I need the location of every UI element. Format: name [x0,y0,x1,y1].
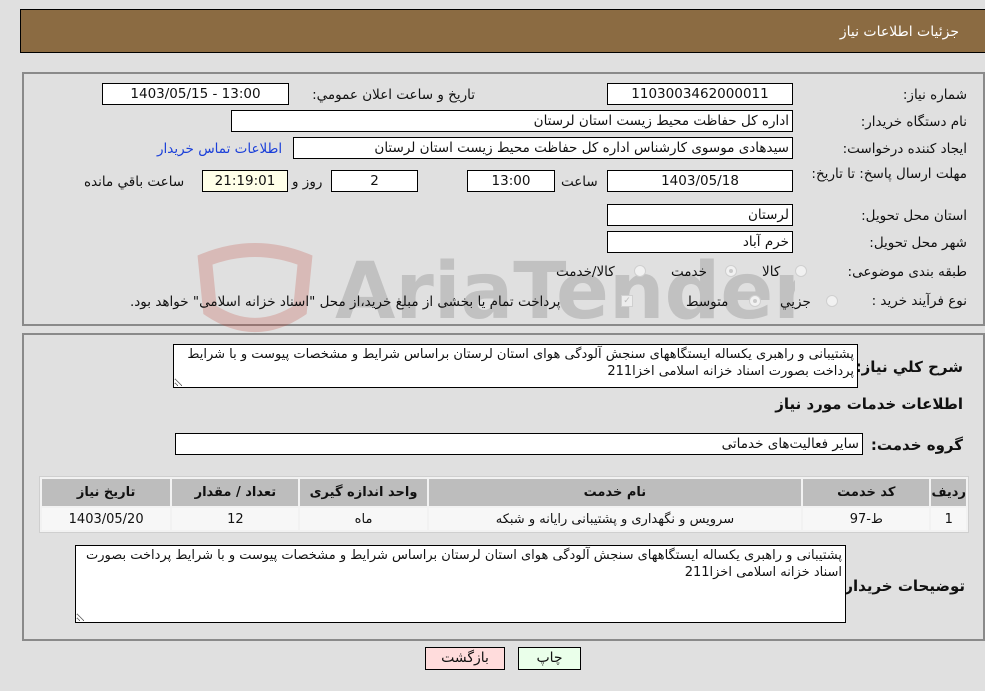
days-label: روز و [292,174,323,190]
print-button[interactable]: چاپ [518,647,581,670]
deadline-time-label: ساعت [561,174,598,190]
announce-date-field: 1403/05/15 - 13:00 [102,83,289,105]
need-number-label: شماره نیاز: [902,87,967,103]
service-group-label: گروه خدمت: [870,436,963,454]
city-field: خرم آباد [607,231,793,253]
buyer-notes-textarea[interactable] [75,545,846,623]
city-label: شهر محل تحویل: [869,235,967,251]
category-service-radio[interactable] [725,265,737,277]
creator-field: سیدهادی موسوی کارشناس اداره کل حفاظت محی… [293,137,793,159]
process-medium-label: متوسط [686,294,729,310]
cell-service-name: سرویس و نگهداری و پشتیبانی رایانه و شبکه [428,508,802,530]
province-label: استان محل تحویل: [861,208,967,224]
creator-label: ایجاد کننده درخواست: [842,141,967,157]
buyer-org-label: نام دستگاه خریدار: [860,114,967,130]
deadline-date-field: 1403/05/18 [607,170,793,192]
category-goods-service-label: کالا/خدمت [556,264,615,280]
process-minor-radio[interactable] [826,295,838,307]
buyer-org-field: اداره کل حفاظت محیط زیست استان لرستان [231,110,793,132]
cell-row-number: 1 [931,508,966,530]
col-header-service-name: نام خدمت [428,479,802,506]
page-header: جزئیات اطلاعات نیاز [20,9,985,53]
process-medium-radio[interactable] [749,295,761,307]
announce-date-label: تاریخ و ساعت اعلان عمومي: [312,87,475,103]
cell-quantity: 12 [172,508,299,530]
col-header-need-date: تاریخ نیاز [42,479,171,506]
category-label: طبقه بندی موضوعی: [847,264,967,280]
treasury-checkbox[interactable]: ✓ [621,295,633,307]
process-minor-label: جزيي [780,294,811,310]
remaining-time-field: 21:19:01 [202,170,288,192]
col-header-service-code: کد خدمت [803,479,930,506]
table-row: 1 ط-97 سرویس و نگهداری و پشتیبانی رایانه… [42,508,966,530]
table-header-row: ردیف کد خدمت نام خدمت واحد اندازه گیری ت… [42,479,966,506]
need-number-field: 1103003462000011 [607,83,793,105]
remaining-time-label: ساعت باقي مانده [84,174,185,190]
category-goods-radio[interactable] [795,265,807,277]
services-table: ردیف کد خدمت نام خدمت واحد اندازه گیری ت… [39,476,969,533]
category-goods-label: کالا [762,264,781,280]
back-button[interactable]: بازگشت [425,647,505,670]
province-field: لرستان [607,204,793,226]
cell-need-date: 1403/05/20 [42,508,171,530]
deadline-label: مهلت ارسال پاسخ: تا تاریخ: [811,166,967,182]
category-service-label: خدمت [671,264,707,280]
buyer-notes-label: توضیحات خریدار: [838,577,965,595]
cell-service-code: ط-97 [803,508,930,530]
category-goods-service-radio[interactable] [634,265,646,277]
col-header-unit: واحد اندازه گیری [300,479,427,506]
general-desc-textarea[interactable] [173,344,858,388]
service-group-field: سایر فعالیت‌های خدماتی [175,433,863,455]
col-header-quantity: تعداد / مقدار [172,479,299,506]
general-desc-label: شرح کلي نیاز: [855,358,963,376]
col-header-row-number: ردیف [931,479,966,506]
treasury-text: پرداخت تمام یا بخشی از مبلغ خرید،از محل … [130,294,561,310]
days-remaining-field: 2 [331,170,418,192]
services-section-title: اطلاعات خدمات مورد نیاز [775,395,963,413]
page-title: جزئیات اطلاعات نیاز [839,24,959,40]
cell-unit: ماه [300,508,427,530]
process-type-label: نوع فرآیند خرید : [871,293,967,309]
deadline-time-field: 13:00 [467,170,555,192]
buyer-contact-link[interactable]: اطلاعات تماس خریدار [157,141,282,157]
